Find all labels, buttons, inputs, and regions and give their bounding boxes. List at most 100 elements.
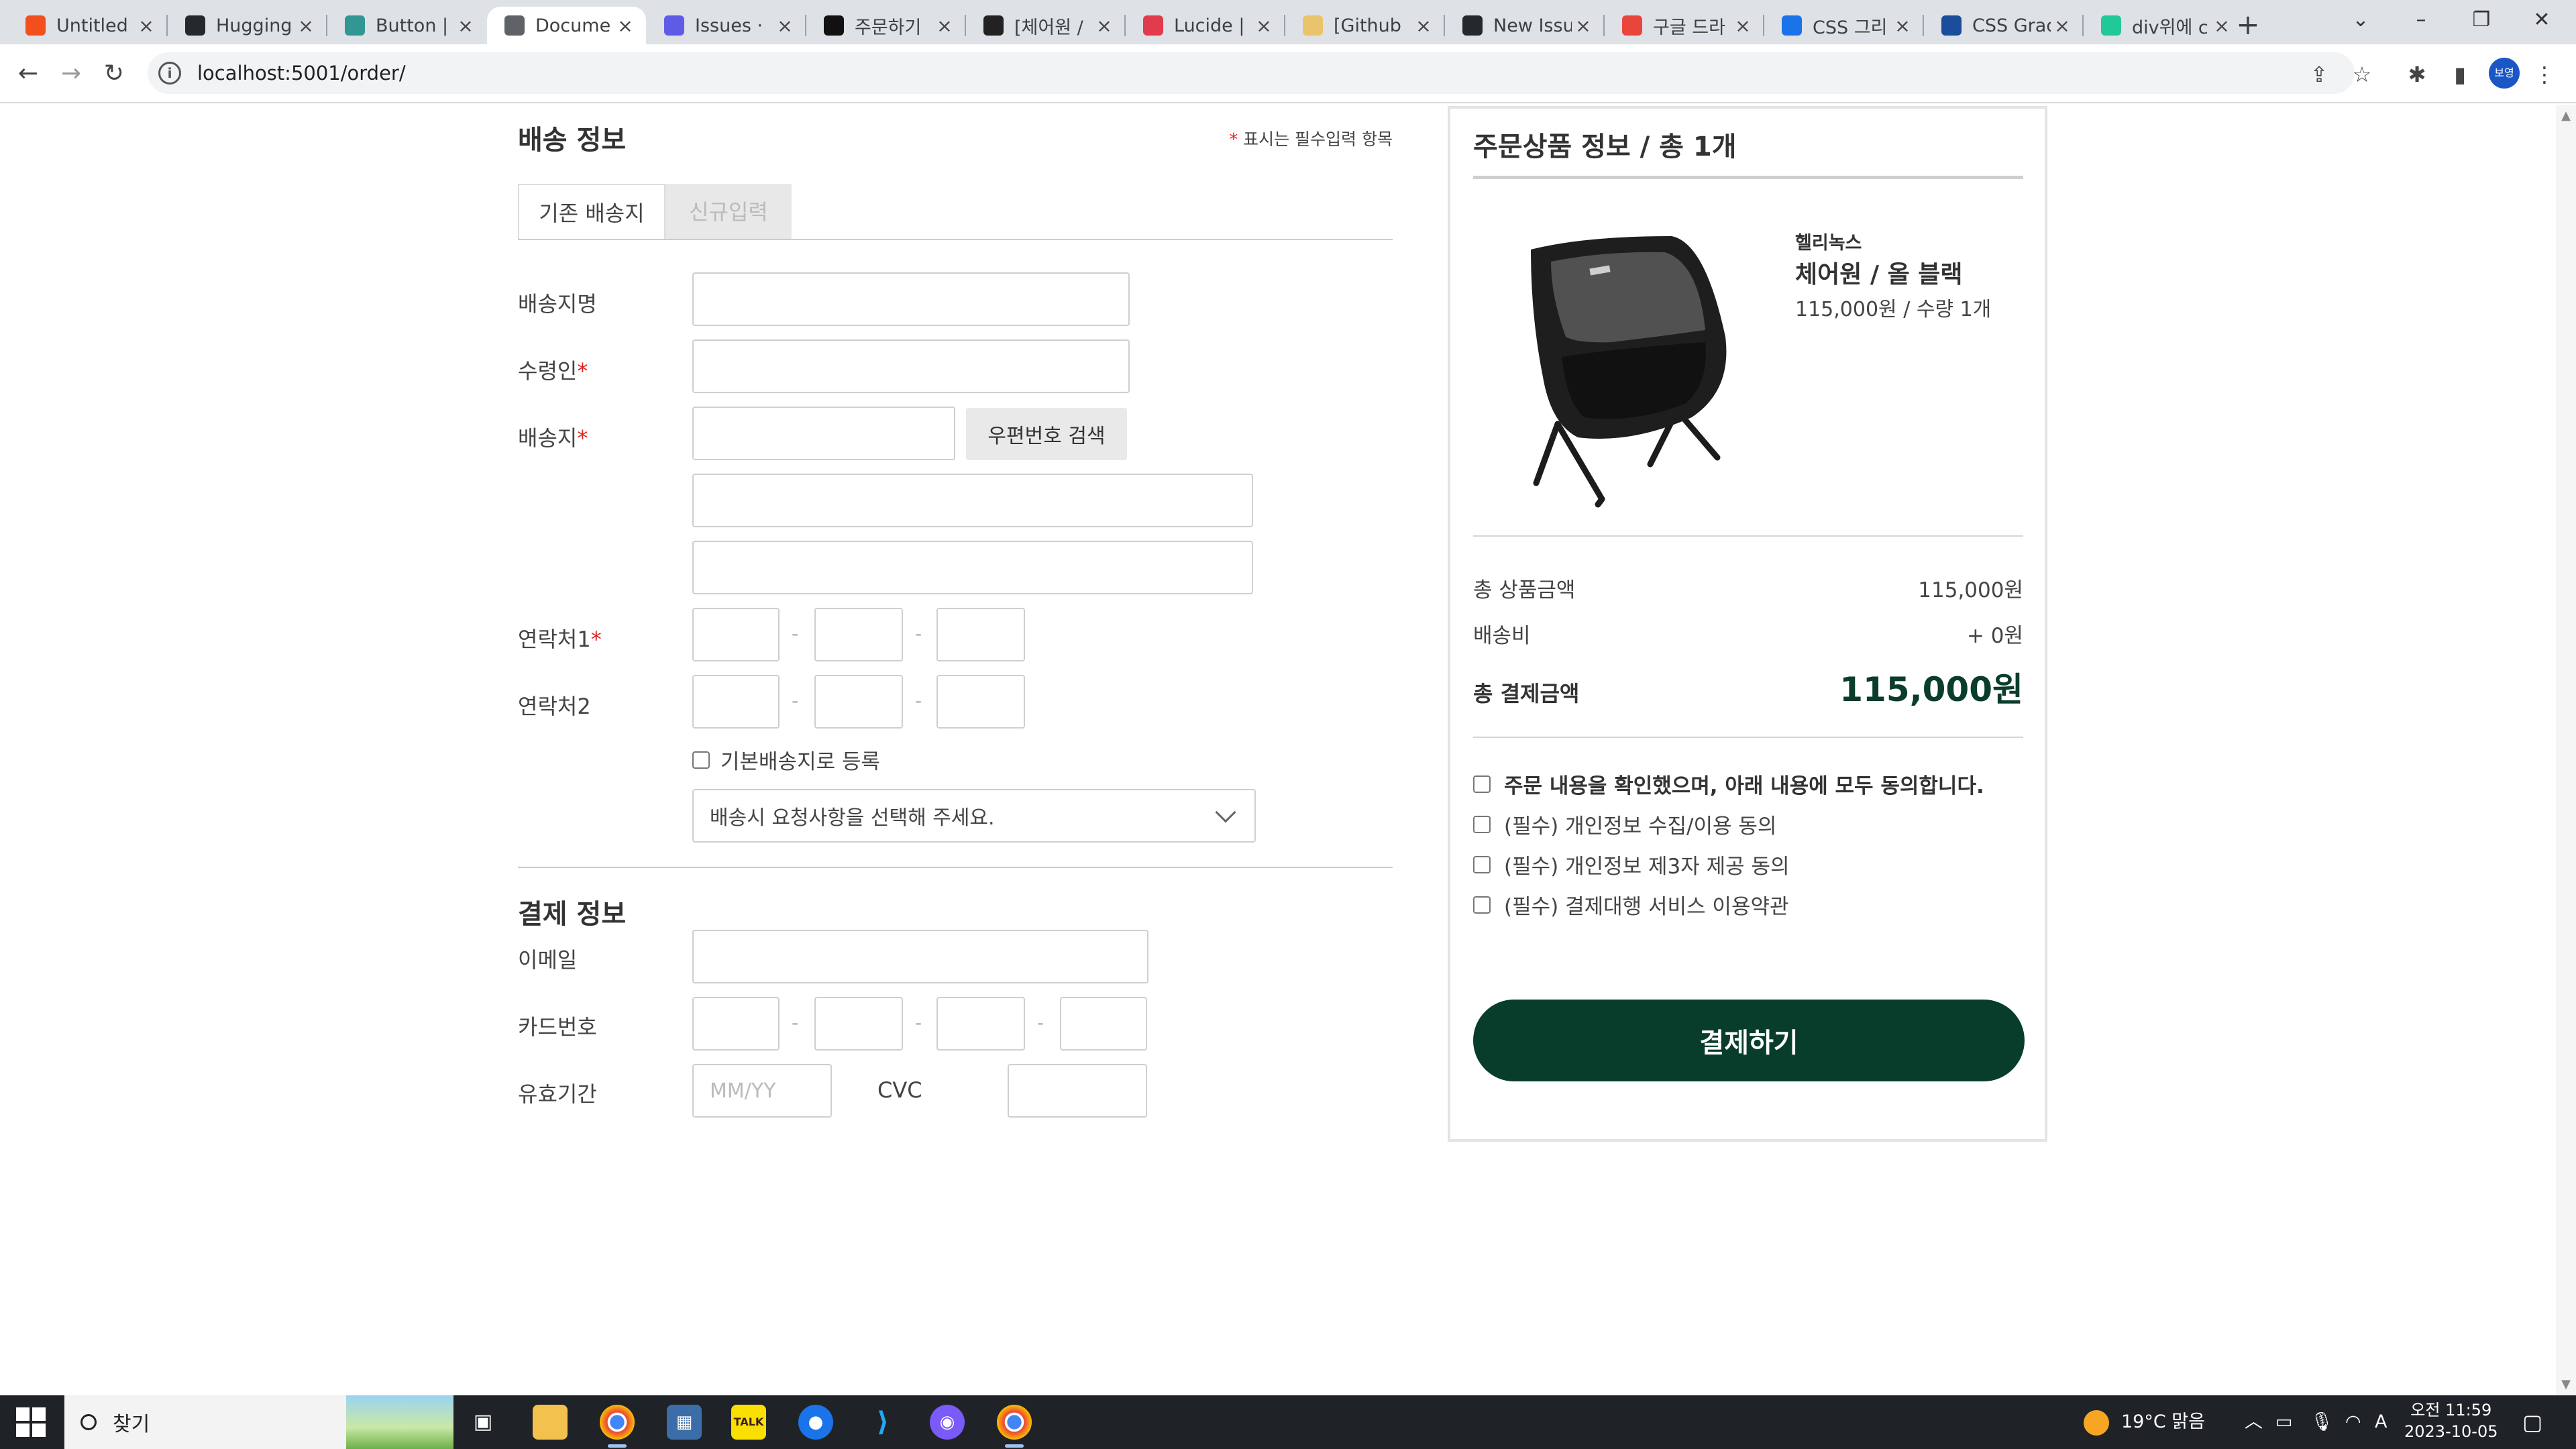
phone2-part2-input[interactable] xyxy=(814,675,903,729)
taskbar-search-box[interactable]: 찾기 xyxy=(64,1395,453,1449)
forward-icon[interactable]: → xyxy=(54,56,89,91)
weather-widget[interactable]: 19°C 맑음 xyxy=(2084,1395,2205,1449)
close-window-button[interactable]: ✕ xyxy=(2512,0,2572,40)
default-address-checkbox[interactable]: 기본배송지로 등록 xyxy=(692,745,880,775)
windows-start-icon[interactable] xyxy=(16,1407,46,1437)
zipcode-search-button[interactable]: 우편번호 검색 xyxy=(966,408,1127,460)
zipcode-input[interactable] xyxy=(692,407,955,460)
dash: - xyxy=(792,623,799,645)
address-name-input[interactable] xyxy=(692,272,1130,326)
address-bar[interactable]: i localhost:5001/order/ xyxy=(148,52,2355,94)
close-tab-icon[interactable]: × xyxy=(614,15,637,37)
checkbox-box[interactable] xyxy=(1473,815,1491,833)
expiry-input[interactable] xyxy=(692,1064,832,1118)
close-tab-icon[interactable]: × xyxy=(2051,15,2074,37)
close-tab-icon[interactable]: × xyxy=(1252,15,1275,37)
agree-all-checkbox[interactable]: 주문 내용을 확인했으며, 아래 내용에 모두 동의합니다. xyxy=(1473,769,1984,799)
tray-display-icon[interactable]: ▭ xyxy=(2275,1395,2293,1449)
phone2-part3-input[interactable] xyxy=(936,675,1025,729)
system-clock[interactable]: 오전 11:59 2023-10-05 xyxy=(2404,1399,2498,1442)
file-explorer-icon[interactable] xyxy=(533,1405,568,1440)
browser-tab[interactable]: New Issu × xyxy=(1445,7,1604,44)
card-part3-input[interactable] xyxy=(936,997,1025,1051)
bookmark-star-icon[interactable]: ☆ xyxy=(2347,59,2377,90)
close-tab-icon[interactable]: × xyxy=(135,15,158,37)
ime-indicator[interactable]: A xyxy=(2375,1395,2387,1449)
delivery-request-select[interactable]: 배송시 요청사항을 선택해 주세요. xyxy=(692,789,1256,843)
phone1-part3-input[interactable] xyxy=(936,608,1025,661)
browser-tab[interactable]: Docume × xyxy=(487,7,646,44)
agree-privacy-checkbox[interactable]: (필수) 개인정보 수집/이용 동의 xyxy=(1473,809,1776,839)
side-panel-icon[interactable]: ▮ xyxy=(2445,59,2475,90)
vscode-icon[interactable]: ⟩ xyxy=(865,1405,900,1440)
close-tab-icon[interactable]: × xyxy=(454,15,477,37)
close-tab-icon[interactable]: × xyxy=(933,15,956,37)
task-view-icon[interactable]: ▣ xyxy=(466,1405,500,1440)
close-tab-icon[interactable]: × xyxy=(1731,15,1754,37)
browser-tab[interactable]: CSS Grac × xyxy=(1924,7,2083,44)
browser-tab[interactable]: 주문하기 × xyxy=(806,7,965,44)
extensions-icon[interactable]: ✱ xyxy=(2402,59,2432,90)
close-tab-icon[interactable]: × xyxy=(1572,15,1595,37)
browser-tab[interactable]: Lucide | × xyxy=(1126,7,1285,44)
checkbox-box[interactable] xyxy=(692,751,710,769)
browser-tab[interactable]: [Github × xyxy=(1285,7,1444,44)
card-part2-input[interactable] xyxy=(814,997,903,1051)
address-line1-input[interactable] xyxy=(692,474,1253,527)
close-tab-icon[interactable]: × xyxy=(1891,15,1914,37)
calculator-icon[interactable]: ▦ xyxy=(667,1405,702,1440)
profile-avatar[interactable]: 보영 xyxy=(2489,58,2520,89)
browser-tab[interactable]: Issues · × xyxy=(647,7,806,44)
close-tab-icon[interactable]: × xyxy=(1412,15,1435,37)
checkbox-box[interactable] xyxy=(1473,775,1491,793)
tab-existing-address[interactable]: 기존 배송지 xyxy=(518,184,665,240)
agree-payment-service-checkbox[interactable]: (필수) 결제대행 서비스 이용약관 xyxy=(1473,890,1789,920)
phone2-part1-input[interactable] xyxy=(692,675,780,729)
pay-button[interactable]: 결제하기 xyxy=(1473,1000,2025,1081)
browser-tab[interactable]: Button | × xyxy=(327,7,486,44)
receiver-input[interactable] xyxy=(692,339,1130,393)
chrome-profile-icon[interactable] xyxy=(997,1405,1032,1448)
network-icon[interactable]: ◠ xyxy=(2345,1395,2361,1449)
card-part1-input[interactable] xyxy=(692,997,780,1051)
scroll-down-icon[interactable]: ▼ xyxy=(2556,1377,2576,1391)
product-name[interactable]: 체어원 / 올 블랙 xyxy=(1795,255,1962,290)
close-tab-icon[interactable]: × xyxy=(1093,15,1116,37)
reload-icon[interactable]: ↻ xyxy=(97,56,131,91)
tab-new-address[interactable]: 신규입력 xyxy=(665,184,792,240)
checkbox-box[interactable] xyxy=(1473,896,1491,914)
tab-search-button[interactable]: ⌄ xyxy=(2330,0,2391,40)
kakaotalk-icon[interactable]: TALK xyxy=(731,1405,766,1440)
share-icon[interactable]: ⇪ xyxy=(2304,59,2334,90)
checkbox-box[interactable] xyxy=(1473,855,1491,873)
maps-icon[interactable]: ● xyxy=(798,1405,833,1440)
browser-tab[interactable]: Untitled × xyxy=(8,7,167,44)
chrome-icon[interactable] xyxy=(600,1405,635,1448)
microphone-icon[interactable]: 🎙 xyxy=(2310,1395,2333,1449)
phone1-part1-input[interactable] xyxy=(692,608,780,661)
card-part4-input[interactable] xyxy=(1060,997,1147,1051)
discord-icon[interactable]: ◉ xyxy=(930,1405,965,1440)
page-scrollbar[interactable]: ▲ ▼ xyxy=(2556,105,2576,1395)
address-line2-input[interactable] xyxy=(692,541,1253,594)
browser-tab[interactable]: Hugging × xyxy=(168,7,327,44)
notification-icon[interactable]: ▢ xyxy=(2522,1395,2542,1449)
email-input[interactable] xyxy=(692,930,1148,983)
browser-tab[interactable]: CSS 그리 × xyxy=(1764,7,1923,44)
phone1-part2-input[interactable] xyxy=(814,608,903,661)
browser-tab[interactable]: div위에 c × xyxy=(2084,7,2243,44)
tray-chevron-icon[interactable]: ︿ xyxy=(2245,1395,2263,1449)
close-tab-icon[interactable]: × xyxy=(2210,15,2233,37)
minimize-button[interactable]: – xyxy=(2391,0,2451,40)
menu-icon[interactable]: ⋮ xyxy=(2529,59,2560,90)
cvc-input[interactable] xyxy=(1008,1064,1147,1118)
back-icon[interactable]: ← xyxy=(11,56,46,91)
site-info-icon[interactable]: i xyxy=(158,62,181,85)
restore-button[interactable]: ❐ xyxy=(2451,0,2512,40)
scroll-up-icon[interactable]: ▲ xyxy=(2556,109,2576,123)
close-tab-icon[interactable]: × xyxy=(773,15,796,37)
browser-tab[interactable]: [체어원 / × xyxy=(966,7,1125,44)
close-tab-icon[interactable]: × xyxy=(294,15,317,37)
agree-third-party-checkbox[interactable]: (필수) 개인정보 제3자 제공 동의 xyxy=(1473,849,1790,879)
browser-tab[interactable]: 구글 드라 × xyxy=(1605,7,1764,44)
